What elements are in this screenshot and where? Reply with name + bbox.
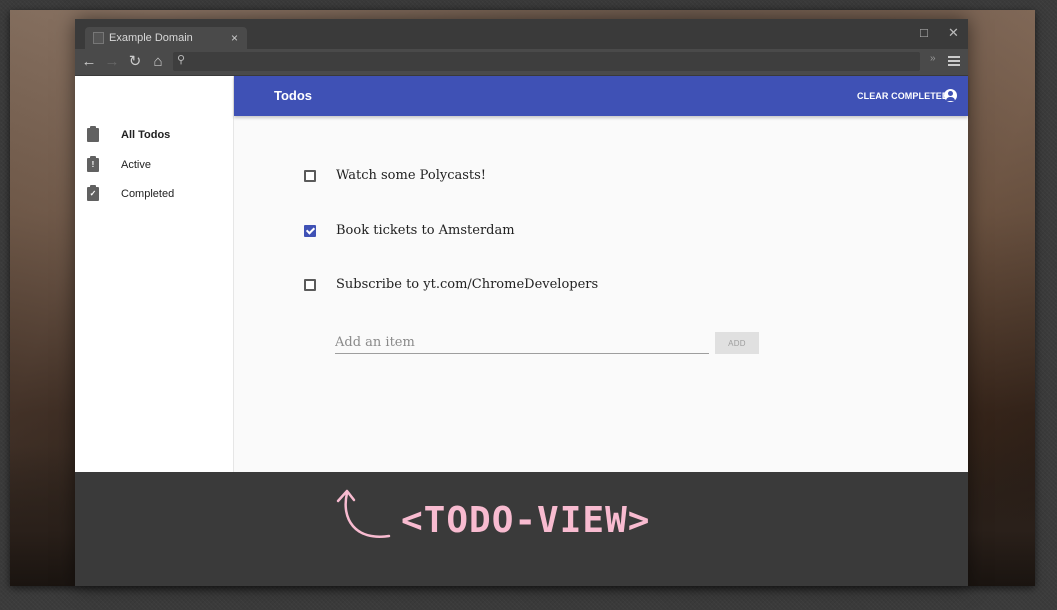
browser-toolbar: ← → ↻ ⌂ ⚲ »	[75, 49, 968, 75]
back-icon[interactable]: ←	[80, 52, 98, 72]
todo-checkbox[interactable]	[304, 170, 316, 182]
home-icon[interactable]: ⌂	[149, 52, 167, 72]
todo-item: Book tickets to Amsterdam	[304, 219, 704, 243]
search-icon: ⚲	[177, 54, 186, 66]
nav-drawer: All Todos ! Active ✓ Completed	[75, 76, 234, 472]
extensions-icon[interactable]: »	[930, 53, 936, 64]
clipboard-check-icon: ✓	[87, 185, 99, 201]
sidebar-item-label: Active	[121, 159, 151, 171]
page-title: Todos	[274, 88, 313, 103]
sidebar-item-completed[interactable]: ✓ Completed	[75, 182, 234, 206]
window-close-icon[interactable]: ✕	[948, 25, 959, 41]
component-tag-label: <TODO-VIEW>	[401, 500, 651, 541]
add-item-input[interactable]	[335, 332, 709, 354]
todo-checkbox[interactable]	[304, 279, 316, 291]
app-toolbar: Todos CLEAR COMPLETED	[234, 76, 968, 116]
hamburger-menu-icon[interactable]	[948, 56, 960, 66]
browser-window: Example Domain × □ ✕ ← → ↻ ⌂ ⚲ » All Tod…	[75, 19, 968, 586]
sidebar-item-active[interactable]: ! Active	[75, 153, 234, 177]
todo-checkbox[interactable]	[304, 225, 316, 237]
annotation-area: <TODO-VIEW>	[75, 473, 968, 586]
add-button[interactable]: ADD	[715, 332, 759, 354]
todo-text: Book tickets to Amsterdam	[336, 223, 515, 238]
browser-tab[interactable]: Example Domain ×	[85, 27, 247, 49]
app-content: All Todos ! Active ✓ Completed Todos CLE…	[75, 76, 968, 472]
sidebar-item-all-todos[interactable]: All Todos	[75, 123, 234, 147]
title-bar: Example Domain × □ ✕	[75, 19, 968, 49]
maximize-icon[interactable]: □	[920, 25, 928, 40]
clipboard-icon	[87, 126, 99, 142]
todo-item: Subscribe to yt.com/ChromeDevelopers	[304, 273, 704, 297]
clipboard-alert-icon: !	[87, 156, 99, 172]
reload-icon[interactable]: ↻	[126, 52, 144, 72]
forward-icon[interactable]: →	[103, 52, 121, 72]
omnibox[interactable]: ⚲	[173, 52, 920, 71]
todo-text: Subscribe to yt.com/ChromeDevelopers	[336, 277, 599, 292]
tab-close-icon[interactable]: ×	[231, 27, 238, 49]
account-circle-icon[interactable]	[944, 89, 957, 102]
page-icon	[93, 32, 104, 44]
sidebar-item-label: All Todos	[121, 129, 171, 141]
tab-title: Example Domain	[109, 32, 193, 44]
sidebar-item-label: Completed	[121, 188, 175, 200]
todo-item: Watch some Polycasts!	[304, 164, 704, 188]
curved-arrow-icon	[336, 489, 391, 538]
todo-text: Watch some Polycasts!	[336, 168, 487, 183]
clear-completed-button[interactable]: CLEAR COMPLETED	[857, 76, 949, 116]
